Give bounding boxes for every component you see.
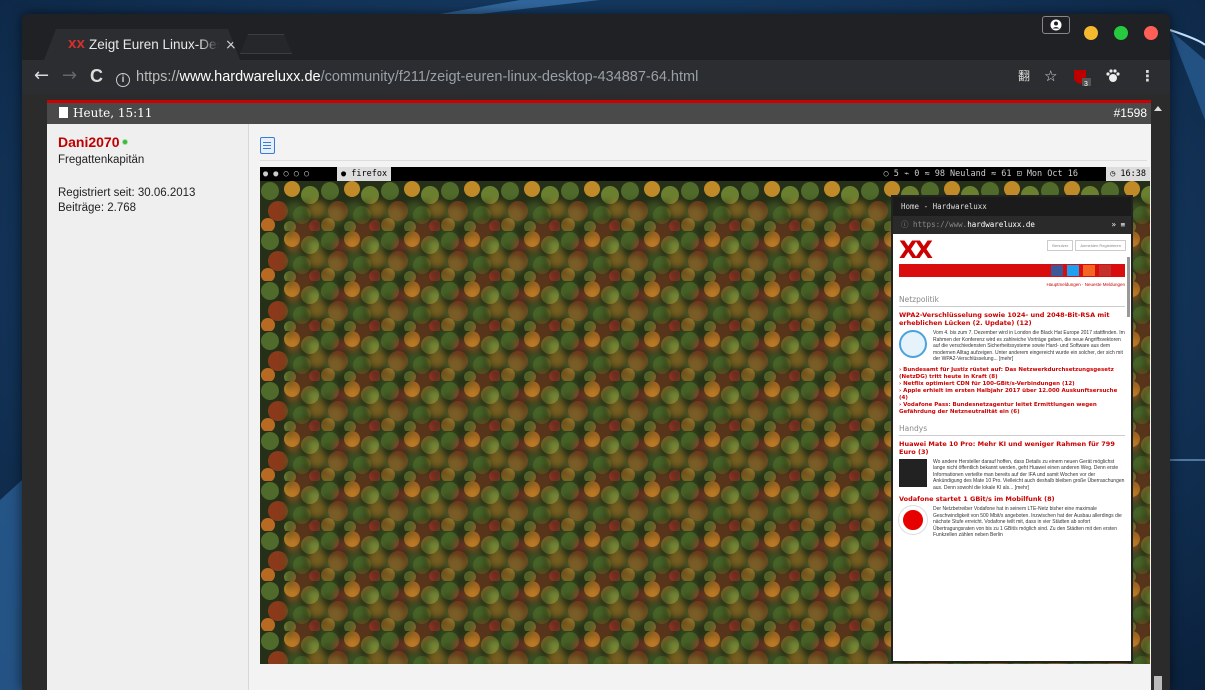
user-info-panel: Dani2070 Fregattenkapitän Registriert se… bbox=[47, 124, 249, 690]
inner-article-title: WPA2-Verschlüsselung sowie 1024- und 204… bbox=[899, 311, 1110, 327]
inner-scrollbar bbox=[1127, 257, 1130, 317]
scroll-thumb[interactable] bbox=[1154, 676, 1162, 690]
extension-badge: 3 bbox=[1084, 81, 1088, 88]
forum-post: Heute, 15:11 #1598 Dani2070 Fregattenkap… bbox=[47, 100, 1151, 690]
inner-section-heading: Netzpolitik bbox=[899, 295, 1125, 307]
browser-toolbar: ← → C i https://www.hardwareluxx.de/commu… bbox=[22, 60, 1170, 94]
minimize-button[interactable] bbox=[1084, 26, 1098, 40]
inner-login-box: Benutzer Anmelden Registrieren bbox=[1045, 240, 1126, 251]
inner-news-list: › Bundesamt für Justiz rüstet auf: Das N… bbox=[899, 366, 1118, 415]
scroll-up-icon[interactable] bbox=[1154, 106, 1162, 111]
address-bar[interactable]: i https://www.hardwareluxx.de/community/f… bbox=[116, 65, 1016, 89]
url-host: www.hardwareluxx.de bbox=[179, 69, 321, 85]
browser-window: XX Zeigt Euren Linux-Desktop × ← → C iht… bbox=[22, 14, 1170, 690]
user-registered: Registriert seit: 30.06.2013 bbox=[58, 187, 196, 199]
forward-button[interactable]: → bbox=[62, 67, 77, 85]
tab-active[interactable]: XX Zeigt Euren Linux-Desktop × bbox=[44, 29, 240, 60]
inner-section-heading: Handys bbox=[899, 424, 1125, 436]
site-info-icon[interactable]: i bbox=[116, 73, 130, 87]
site-favicon-icon: XX bbox=[68, 38, 85, 51]
desktop-screenshot-image[interactable]: ● ● ○ ○ ○ ● firefox ○ 5 ⌁ 0 ≈ 98 Neuland… bbox=[260, 167, 1150, 664]
inner-nav-bar bbox=[899, 264, 1125, 277]
maximize-button[interactable] bbox=[1114, 26, 1128, 40]
workspace-indicators: ● ● ○ ○ ○ bbox=[263, 169, 310, 179]
extension-paw-icon[interactable] bbox=[1106, 69, 1120, 86]
user-post-count: Beiträge: 2.768 bbox=[58, 202, 137, 214]
page-viewport: Heute, 15:11 #1598 Dani2070 Fregattenkap… bbox=[22, 94, 1170, 690]
translate-icon[interactable]: 翻 bbox=[1018, 69, 1030, 84]
inner-site-content: XX Benutzer Anmelden Registrieren Hauptme… bbox=[893, 234, 1131, 543]
close-icon[interactable]: × bbox=[225, 37, 237, 53]
url-scheme: https:// bbox=[136, 69, 180, 85]
inner-article-title: Vodafone startet 1 GBit/s im Mobilfunk (… bbox=[899, 495, 1055, 503]
active-window-label: ● firefox bbox=[337, 167, 392, 181]
profile-icon[interactable] bbox=[1042, 16, 1070, 34]
user-rank: Fregattenkapitän bbox=[58, 154, 145, 166]
system-status: ○ 5 ⌁ 0 ≈ 98 Neuland ≈ 61 ⊡ Mon Oct 16 bbox=[883, 169, 1078, 179]
inner-browser-window: Home - Hardwareluxx ⓘ https://www.hardwa… bbox=[893, 197, 1131, 661]
divider bbox=[260, 160, 1147, 161]
close-window-button[interactable] bbox=[1144, 26, 1158, 40]
clock: ◷ 16:38 bbox=[1106, 167, 1150, 181]
online-status-icon bbox=[122, 139, 129, 145]
bookmark-star-icon[interactable]: ☆ bbox=[1044, 69, 1057, 84]
i3-status-bar: ● ● ○ ○ ○ ● firefox ○ 5 ⌁ 0 ≈ 98 Neuland… bbox=[260, 167, 1150, 181]
menu-icon[interactable]: ⋮ bbox=[1140, 69, 1155, 84]
post-number-link[interactable]: #1598 bbox=[1114, 103, 1147, 124]
url-path: /community/f211/zeigt-euren-linux-deskto… bbox=[320, 69, 699, 85]
post-icon bbox=[260, 137, 275, 154]
ublock-extension-icon[interactable]: 3 bbox=[1074, 69, 1092, 90]
inner-sub-links: Hauptmeldungen · Neueste Meldungen bbox=[1046, 282, 1125, 287]
reload-button[interactable]: C bbox=[90, 67, 103, 85]
inner-article-text: Der Netzbetreiber Vodafone hat in seinem… bbox=[899, 506, 1125, 539]
tab-title: Zeigt Euren Linux-Desktop bbox=[89, 37, 219, 52]
post-document-icon bbox=[59, 107, 68, 118]
post-header: Heute, 15:11 #1598 bbox=[47, 103, 1151, 124]
username-link[interactable]: Dani2070 bbox=[58, 134, 119, 150]
back-button[interactable]: ← bbox=[34, 67, 49, 85]
page-scrollbar[interactable] bbox=[1154, 106, 1162, 690]
post-content: ● ● ○ ○ ○ ● firefox ○ 5 ⌁ 0 ≈ 98 Neuland… bbox=[249, 124, 1151, 690]
tab-strip: XX Zeigt Euren Linux-Desktop × bbox=[22, 14, 1170, 60]
inner-article-title: Huawei Mate 10 Pro: Mehr KI und weniger … bbox=[899, 439, 1115, 456]
new-tab-button[interactable] bbox=[240, 34, 292, 54]
inner-title: Home - Hardwareluxx bbox=[893, 197, 1131, 216]
post-date: Heute, 15:11 bbox=[73, 106, 153, 120]
inner-address-bar: ⓘ https://www.hardwareluxx.de» ≡ bbox=[893, 216, 1131, 234]
inner-article-text: Vom 4. bis zum 7. Dezember wird in Londo… bbox=[899, 330, 1125, 363]
inner-article-text: Wo andere Hersteller darauf hoffen, dass… bbox=[899, 458, 1125, 492]
